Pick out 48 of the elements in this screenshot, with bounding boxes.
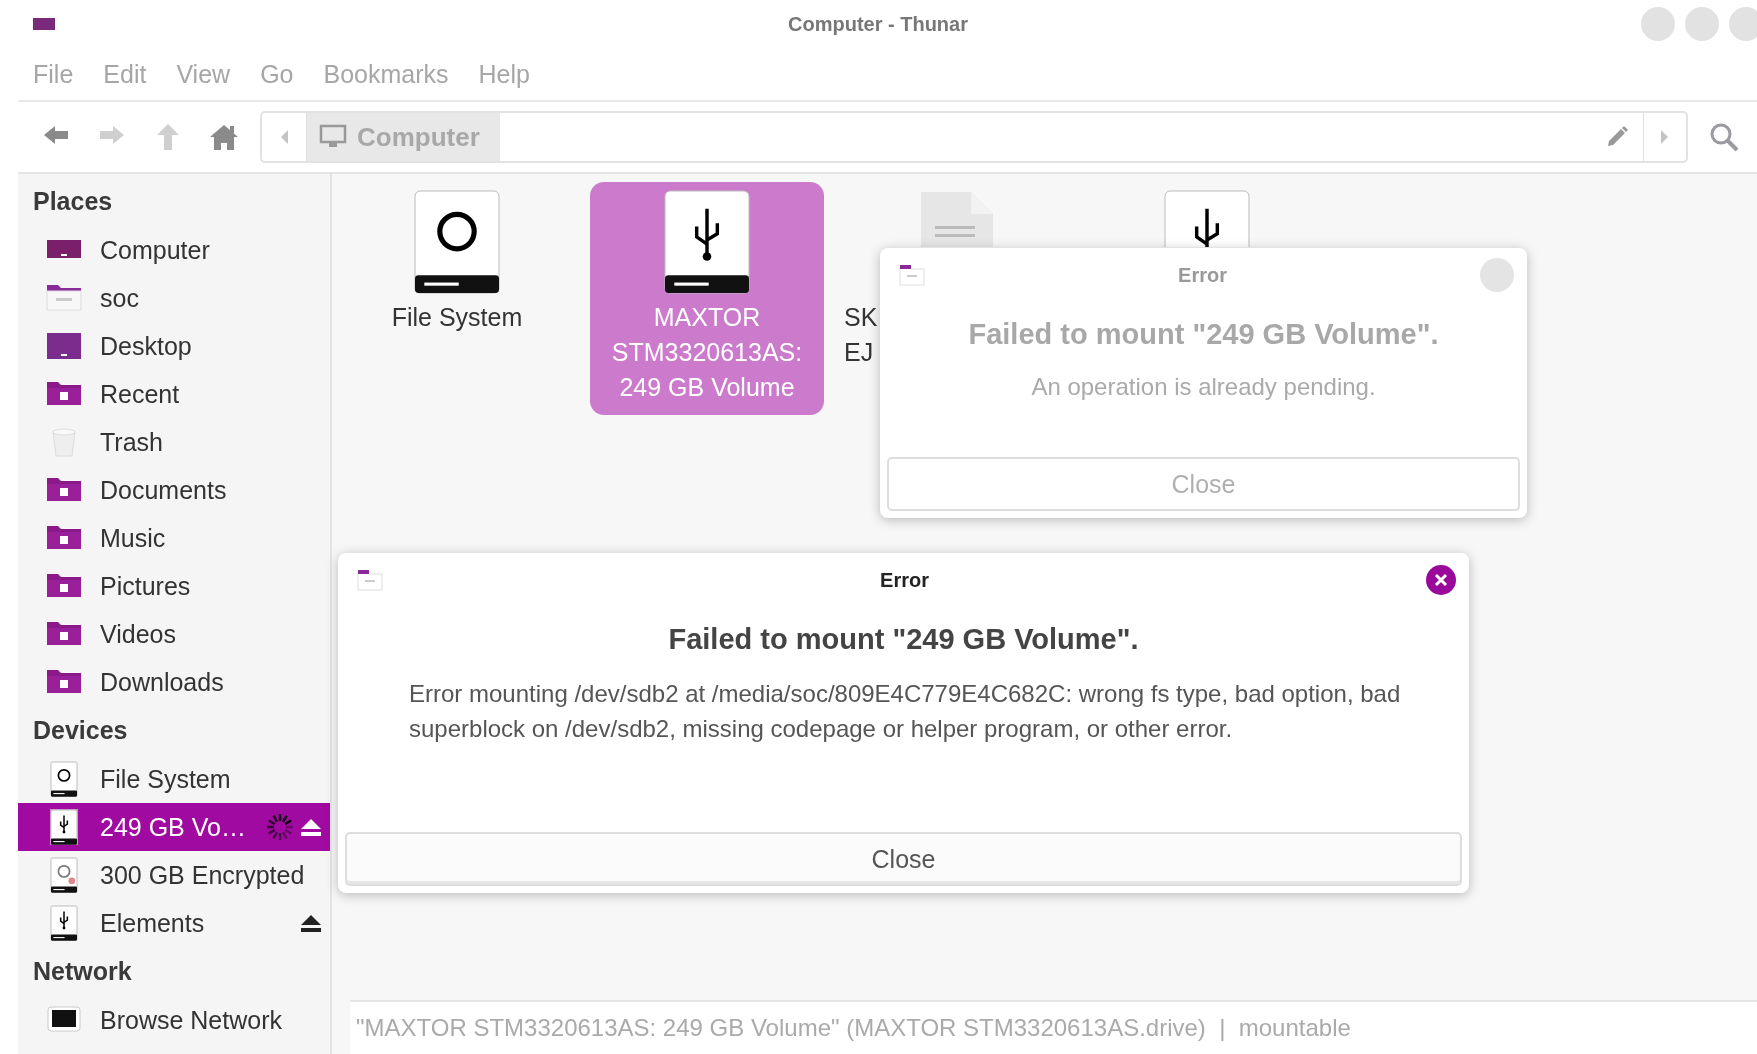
sidebar-item[interactable]: Recent: [18, 370, 330, 418]
search-icon[interactable]: [1708, 121, 1740, 153]
sidebar-item[interactable]: soc: [18, 274, 330, 322]
section-heading: Places: [32, 186, 114, 217]
window-title: Computer - Thunar: [787, 12, 969, 36]
sidebar-item[interactable]: Downloads: [18, 658, 330, 706]
close-icon: [1434, 573, 1448, 587]
dialog-heading: Failed to mount "249 GB Volume".: [668, 623, 1139, 656]
section-heading: Devices: [32, 715, 129, 746]
dialog-heading: Failed to mount "249 GB Volume".: [968, 318, 1439, 351]
sidebar-item[interactable]: Trash: [18, 418, 330, 466]
dialog-icon: [899, 264, 925, 286]
scroll-left-icon[interactable]: [279, 129, 289, 145]
close-button[interactable]: [1426, 565, 1456, 595]
usb-drive-icon[interactable]: [1164, 190, 1250, 247]
sidebar-item[interactable]: Music: [18, 514, 330, 562]
home-folder-icon: [46, 282, 82, 314]
dialog-message: An operation is already pending.: [1031, 372, 1376, 402]
file-name[interactable]: SK EJ: [844, 300, 878, 370]
app-icon: [33, 18, 55, 30]
sidebar-item[interactable]: Browse Network: [18, 996, 330, 1044]
dialog-title: Error: [1177, 263, 1228, 287]
status-text: "MAXTOR STM3320613AS: 249 GB Volume" (MAXTOR STM3320613AS.drive) | mountable: [356, 1014, 1351, 1042]
desktop-icon: [46, 330, 82, 362]
sidebar-item[interactable]: File System: [18, 755, 330, 803]
document-icon[interactable]: [919, 190, 995, 247]
pencil-icon[interactable]: [1605, 125, 1629, 149]
sidebar-item[interactable]: Elements: [18, 899, 330, 947]
sidebar-item[interactable]: Documents: [18, 466, 330, 514]
eject-icon[interactable]: [300, 818, 322, 836]
sidebar-item[interactable]: 300 GB Encrypted: [18, 851, 330, 899]
scroll-right-icon[interactable]: [1660, 129, 1670, 145]
sidebar-item[interactable]: Desktop: [18, 322, 330, 370]
dialog-title: Error: [879, 568, 930, 592]
eject-icon[interactable]: [300, 914, 322, 932]
sidebar-item[interactable]: Pictures: [18, 562, 330, 610]
dialog-icon: [357, 569, 383, 591]
sidebar-item[interactable]: 249 GB Vo…: [18, 803, 330, 851]
section-heading: Network: [32, 956, 133, 987]
close-button[interactable]: Close: [345, 832, 1462, 886]
file-name[interactable]: File System: [391, 300, 523, 335]
sidebar-item[interactable]: Videos: [18, 610, 330, 658]
sidebar-item[interactable]: Computer: [18, 226, 330, 274]
monitor-icon: [319, 124, 347, 150]
dialog-message: Error mounting /dev/sdb2 at /media/soc/809E4C779E4C682C: wrong fs type, bad option, bad superblock on /dev/sdb2, missing codepage or helper program, or other error.: [409, 679, 1402, 744]
home-icon[interactable]: [210, 123, 238, 151]
drive-icon[interactable]: [414, 190, 500, 294]
usb-drive-icon: [664, 190, 750, 294]
